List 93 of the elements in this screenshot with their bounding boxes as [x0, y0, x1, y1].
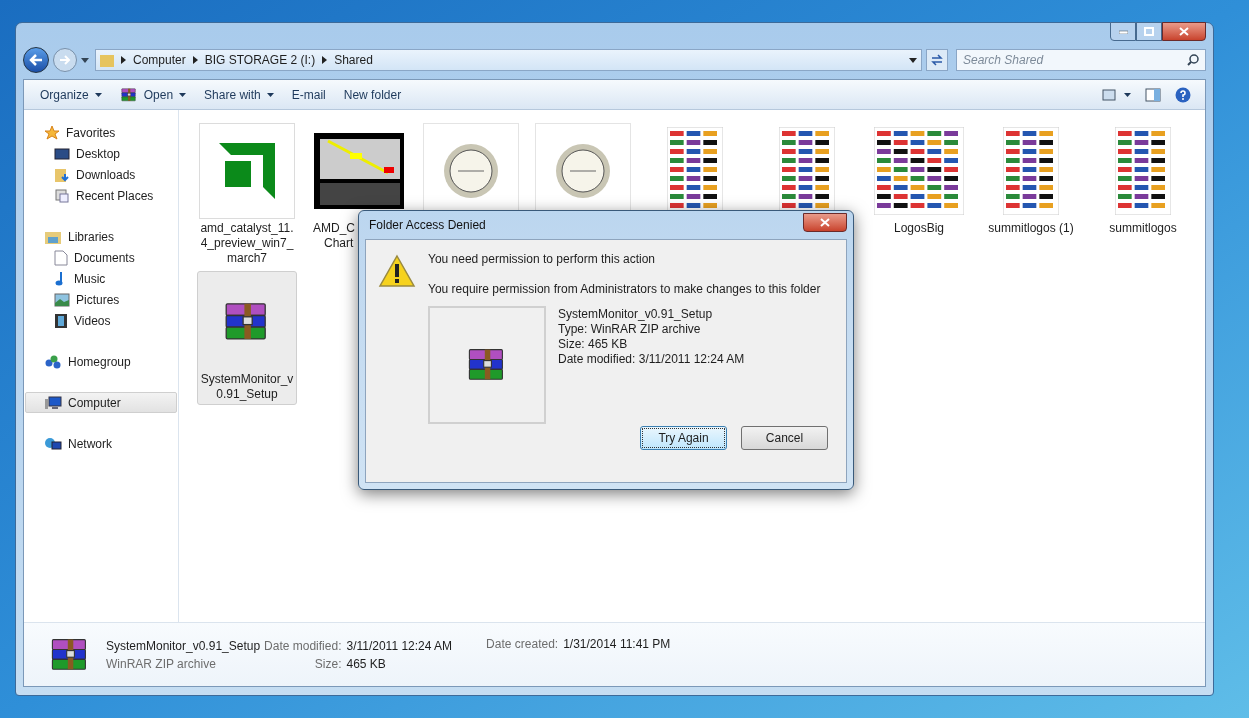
- file-name: summitlogos (1): [987, 221, 1075, 236]
- file-item[interactable]: LogosBig: [869, 120, 969, 269]
- toolbar-button[interactable]: Open: [113, 82, 193, 107]
- star-icon: [44, 124, 60, 141]
- nav-item[interactable]: Favorites: [25, 122, 177, 143]
- breadcrumb-link[interactable]: Computer: [133, 51, 186, 69]
- property-label: Size:: [313, 655, 342, 673]
- file-name: SystemMonitor_v0.91_Setup: [558, 307, 714, 322]
- maximize-icon: [1144, 27, 1154, 36]
- landscape-picture-icon: [54, 292, 70, 307]
- warning-icon: [378, 254, 416, 288]
- address-bar[interactable]: Computer BIG STORAGE 2 (I:) Shared: [95, 49, 922, 71]
- left-arrow-icon: [29, 54, 43, 66]
- file-name: AMD_C: [313, 221, 356, 236]
- circle-logo-drawing: [442, 142, 500, 200]
- property-value: 465 KB: [346, 655, 387, 673]
- dialog-title: Folder Access Denied: [369, 217, 486, 234]
- nav-item[interactable]: Videos: [25, 310, 177, 331]
- file-name: summitlogos: [1108, 221, 1178, 236]
- file-type: WinRAR ZIP archive: [106, 655, 217, 673]
- square-logo-icon: [219, 143, 275, 199]
- dialog-message: You require permission from Administrators to make changes to this folder: [428, 281, 822, 298]
- monitor-icon: [54, 145, 70, 162]
- nav-item[interactable]: Pictures: [25, 289, 177, 310]
- recent-places-icon: [54, 187, 70, 204]
- property-label: Date created:: [486, 636, 559, 653]
- breadcrumb-link[interactable]: BIG STORAGE 2 (I:): [204, 51, 316, 69]
- file-item[interactable]: summitlogos (1): [981, 120, 1081, 269]
- file-name: SystemMonitor_v0.91_Setup: [106, 637, 261, 655]
- folder-icon: [100, 53, 114, 67]
- refresh-button[interactable]: [926, 49, 948, 71]
- caret-icon: [909, 57, 917, 63]
- nav-item[interactable]: Computer: [25, 392, 177, 413]
- toolbar-button[interactable]: Organize: [34, 82, 108, 107]
- file-item[interactable]: summitlogos: [1093, 120, 1193, 269]
- dialog-heading: You need permission to perform this action: [428, 251, 656, 268]
- film-strip-icon: [54, 312, 68, 329]
- close-button[interactable]: [1162, 22, 1206, 41]
- close-icon: [820, 217, 830, 227]
- file-item[interactable]: SystemMonitor_v0.91_Setup: [197, 271, 297, 405]
- document-icon: [54, 249, 68, 266]
- caret-icon: [179, 92, 187, 97]
- caret-icon: [266, 92, 274, 97]
- toolbar-button[interactable]: E-mail: [285, 82, 332, 107]
- breadcrumb-link[interactable]: Shared: [334, 51, 373, 69]
- homegroup-icon: [44, 353, 62, 370]
- property-value: 3/11/2011 12:24 AM: [346, 637, 453, 655]
- caret-icon: [1124, 92, 1131, 97]
- chevron-icon: [121, 56, 126, 64]
- nav-item[interactable]: Network: [25, 433, 177, 454]
- search-field[interactable]: Search Shared: [963, 51, 1187, 69]
- computer-icon: [44, 394, 62, 411]
- file-size: Size: 465 KB: [558, 337, 629, 352]
- close-button[interactable]: [803, 212, 847, 232]
- toolbar-button[interactable]: New folder: [337, 82, 408, 107]
- back-button[interactable]: [23, 47, 49, 73]
- search-icon: [1187, 54, 1199, 66]
- search-box[interactable]: Search Shared: [956, 49, 1206, 71]
- file-name: LogosBig: [892, 221, 945, 236]
- file-name: Chart: [324, 236, 355, 251]
- file-name: amd_catalyst_11.4_preview_win7_march7: [199, 221, 295, 266]
- close-icon: [1179, 27, 1189, 36]
- dialog-button[interactable]: Cancel: [741, 426, 828, 450]
- maximize-button[interactable]: [1136, 22, 1162, 41]
- nav-item[interactable]: Desktop: [25, 143, 177, 164]
- dialog-button[interactable]: Try Again: [640, 426, 727, 450]
- circle-logo-drawing: [554, 142, 612, 200]
- caret-icon: [94, 92, 102, 97]
- file-name: SystemMonitor_v0.91_Setup: [199, 372, 295, 402]
- refresh-arrows-icon: [930, 54, 944, 66]
- nav-item[interactable]: Music: [25, 268, 177, 289]
- property-value: 1/31/2014 11:41 PM: [563, 636, 671, 653]
- file-date: Date modified: 3/11/2011 12:24 AM: [558, 352, 745, 367]
- nav-item[interactable]: Downloads: [25, 164, 177, 185]
- view-icon: [1102, 88, 1116, 101]
- toolbar-button[interactable]: Share with: [198, 82, 280, 107]
- file-type: Type: WinRAR ZIP archive: [558, 322, 702, 337]
- winrar-books-icon: [119, 85, 138, 104]
- nav-item[interactable]: Documents: [25, 247, 177, 268]
- network-globe-icon: [44, 435, 62, 452]
- chevron-icon: [322, 56, 328, 64]
- minimize-button[interactable]: [1110, 22, 1136, 41]
- pane-icon: [1145, 87, 1161, 102]
- folder-arrow-icon: [54, 166, 70, 183]
- nav-item[interactable]: Recent Places: [25, 185, 177, 206]
- chevron-icon: [192, 56, 198, 64]
- right-arrow-icon: [59, 55, 71, 65]
- caret-icon: [81, 57, 89, 63]
- nav-item[interactable]: Homegroup: [25, 351, 177, 372]
- help-icon: [1175, 86, 1191, 103]
- nav-item[interactable]: Libraries: [25, 226, 177, 247]
- minimize-icon: [1118, 29, 1128, 34]
- property-label: Date modified:: [264, 637, 342, 655]
